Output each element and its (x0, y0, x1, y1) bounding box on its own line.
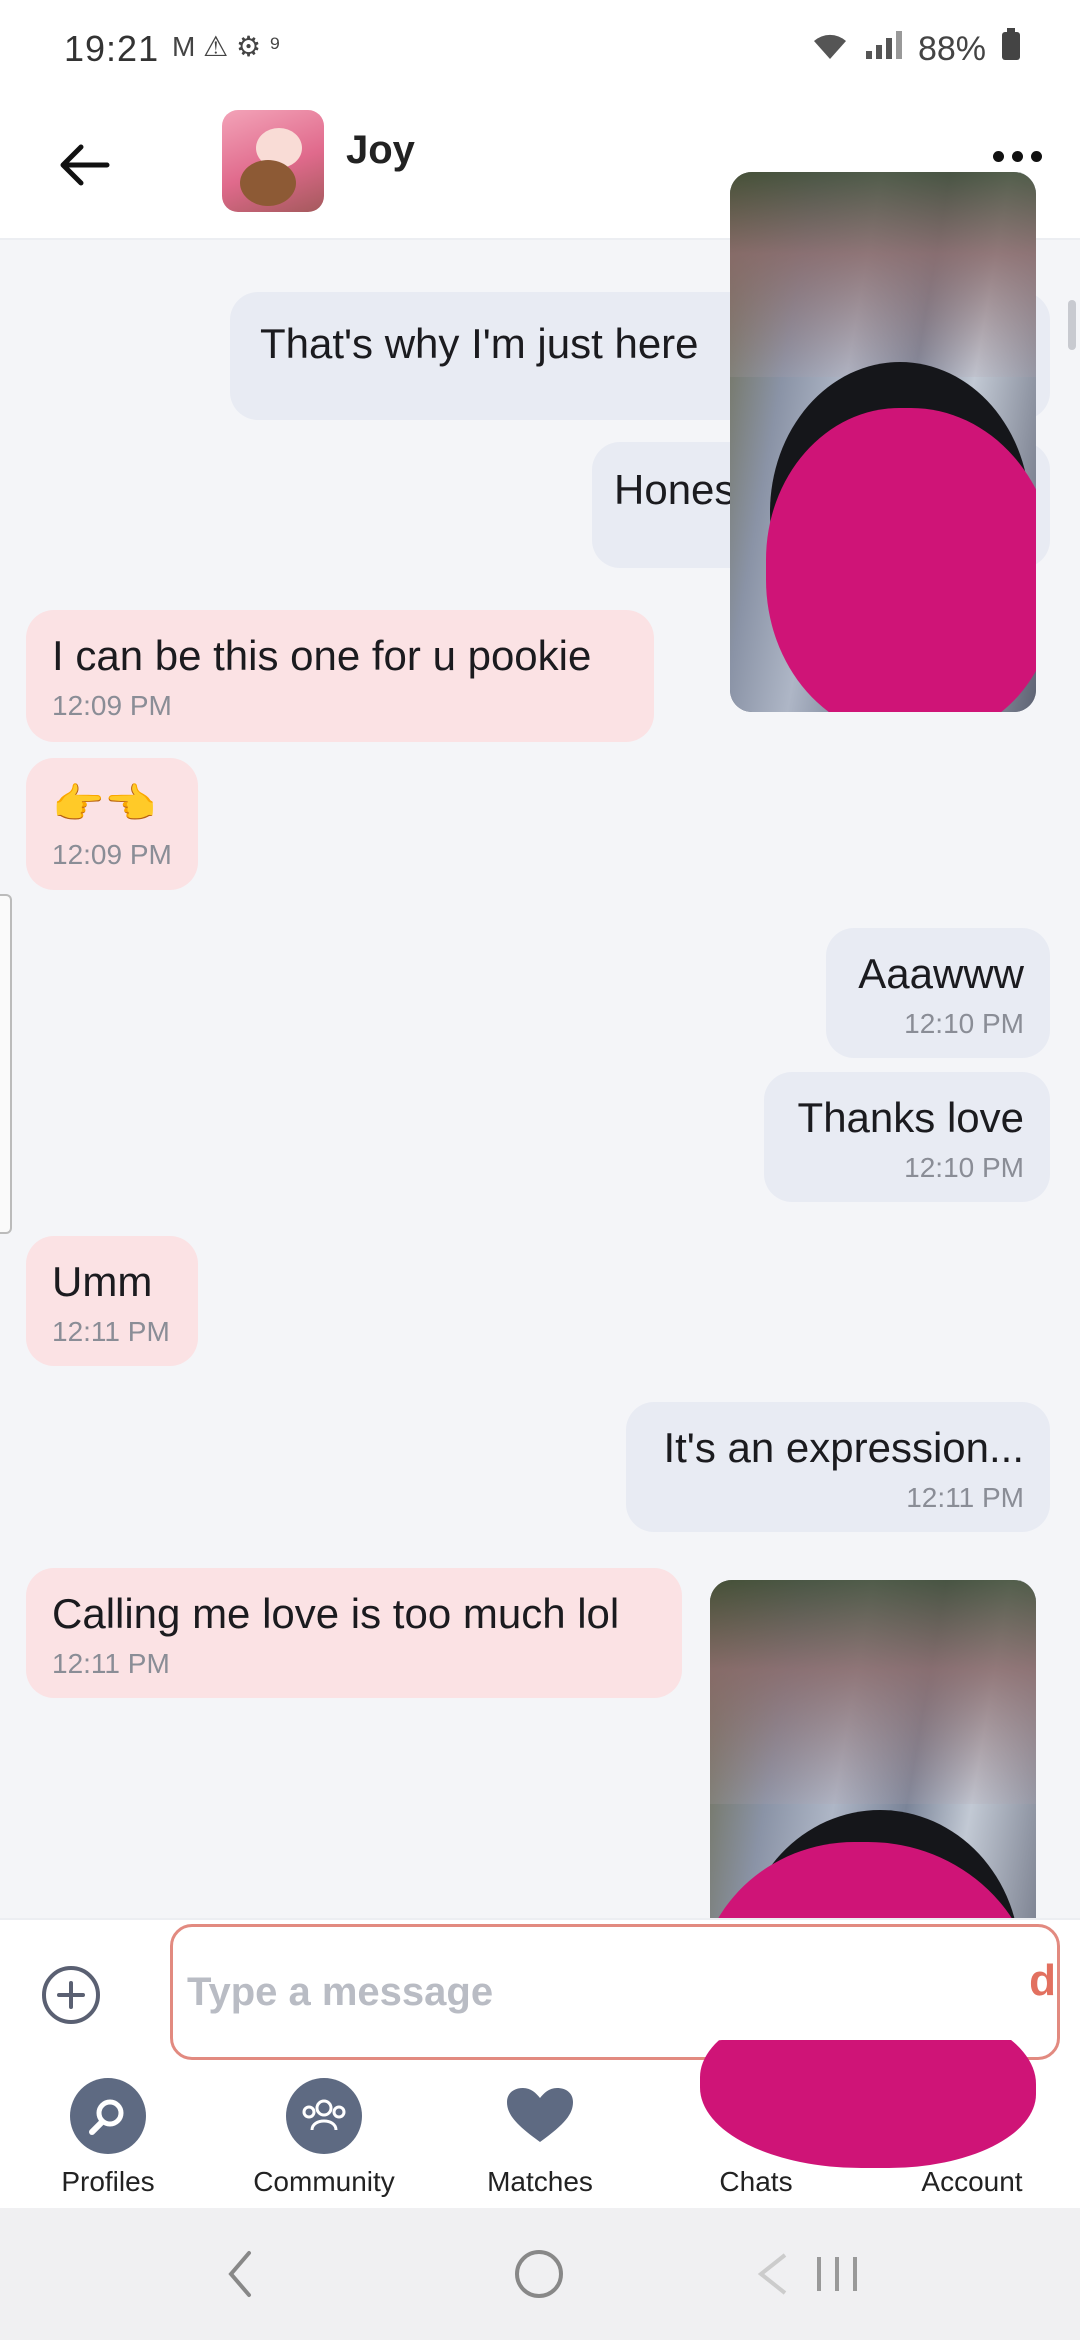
nav-label: Matches (487, 2166, 593, 2197)
message-time: 12:10 PM (904, 1152, 1024, 1183)
scrollbar-thumb[interactable] (1068, 300, 1076, 350)
search-icon (70, 2078, 146, 2154)
message-time: 12:09 PM (52, 839, 172, 870)
more-dot-icon (992, 150, 1004, 162)
nav-item-matches[interactable]: Matches (432, 2068, 648, 2208)
more-dot-icon (1030, 150, 1042, 162)
battery-level: 88% (917, 30, 986, 68)
floating-video-overlay[interactable] (730, 172, 1036, 712)
message-emoji: 👉👈 (52, 780, 157, 827)
message-bubble-received[interactable]: Calling me love is too much lol 12:11 PM (26, 1568, 682, 1698)
system-recents-button[interactable] (750, 2242, 870, 2306)
system-home-button[interactable] (504, 2242, 574, 2306)
contact-name[interactable]: Joy (346, 128, 415, 173)
message-bubble-sent[interactable]: Thanks love 12:10 PM (764, 1072, 1050, 1202)
redaction-blob (766, 408, 1036, 712)
message-time: 12:11 PM (906, 1482, 1024, 1513)
nav-item-community[interactable]: Community (216, 2068, 432, 2208)
message-bubble-sent[interactable]: Aaawww 12:10 PM (826, 928, 1050, 1058)
redaction-blob (700, 2040, 1036, 2168)
message-text: I can be this one for u pookie (52, 632, 592, 679)
more-dot-icon (1011, 150, 1023, 162)
message-time: 12:11 PM (52, 1316, 170, 1347)
home-circle-icon (515, 2250, 563, 2298)
notification-icons: M ⚠ ⚙ ⁹ (172, 31, 281, 62)
nav-label: Profiles (61, 2166, 155, 2197)
battery-icon (1000, 28, 1022, 71)
nav-label: Community (253, 2166, 395, 2197)
status-right-group: 88% (810, 28, 1022, 71)
message-bubble-received[interactable]: I can be this one for u pookie 12:09 PM (26, 610, 654, 742)
nav-label: Account (921, 2166, 1023, 2197)
recents-icon (757, 2253, 857, 2295)
avatar-teddy-bear (240, 160, 296, 206)
status-bar: 19:21 M ⚠ ⚙ ⁹ 88% (0, 0, 1080, 100)
video-foliage (710, 1580, 1036, 1805)
system-back-button[interactable] (210, 2242, 270, 2306)
nav-item-profiles[interactable]: Profiles (0, 2068, 216, 2208)
add-attachment-button[interactable] (42, 1966, 100, 2024)
message-text: Aaawww (858, 950, 1024, 997)
heart-icon (502, 2078, 578, 2154)
arrow-left-icon (60, 144, 110, 186)
message-text: Umm (52, 1258, 153, 1305)
back-button[interactable] (50, 130, 120, 200)
people-icon (286, 2078, 362, 2154)
wifi-icon (810, 29, 850, 70)
plus-icon (57, 1981, 85, 2009)
message-text: It's an expression... (663, 1424, 1024, 1471)
message-bubble-received[interactable]: 👉👈 12:09 PM (26, 758, 198, 890)
nav-label: Chats (719, 2166, 793, 2197)
message-time: 12:10 PM (904, 1008, 1024, 1039)
contact-avatar[interactable] (222, 110, 324, 212)
floating-video-overlay-bottom-layer (700, 2040, 1036, 2170)
message-text: Calling me love is too much lol (52, 1590, 620, 1637)
status-time: 19:21 (64, 28, 160, 69)
more-options-button[interactable] (984, 136, 1050, 176)
video-foliage (730, 172, 1036, 378)
chevron-left-icon (228, 2251, 251, 2297)
message-text: Thanks love (797, 1094, 1024, 1141)
message-bubble-received[interactable]: Umm 12:11 PM (26, 1236, 198, 1366)
message-time: 12:11 PM (52, 1648, 170, 1679)
message-time: 12:09 PM (52, 690, 172, 721)
system-navigation-bar (0, 2208, 1080, 2340)
edge-panel-handle[interactable] (0, 894, 12, 1234)
send-button[interactable]: d (1029, 1956, 1056, 2006)
message-bubble-sent[interactable]: It's an expression... 12:11 PM (626, 1402, 1050, 1532)
signal-icon (864, 29, 904, 70)
